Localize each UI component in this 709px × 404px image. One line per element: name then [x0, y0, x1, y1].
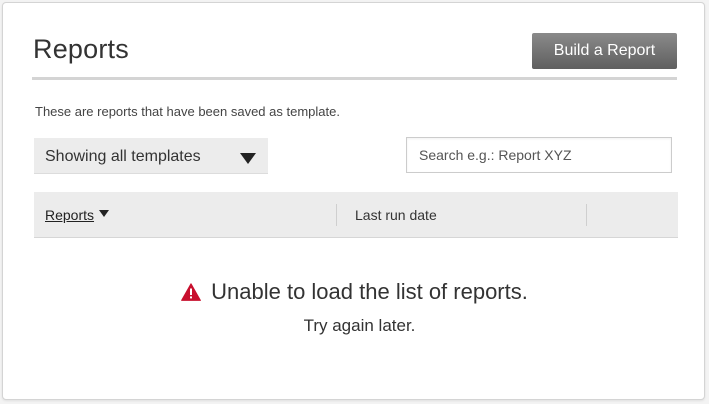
error-hint: Try again later.	[303, 316, 416, 335]
column-header-last-run-date: Last run date	[355, 207, 437, 223]
error-message-row: Unable to load the list of reports.	[3, 279, 706, 305]
chevron-down-icon	[240, 153, 256, 164]
reports-panel: Reports Build a Report These are reports…	[2, 2, 705, 400]
warning-icon	[181, 283, 202, 301]
column-header-reports[interactable]: Reports	[45, 207, 94, 223]
column-divider	[586, 204, 587, 226]
page-title: Reports	[33, 34, 129, 64]
column-divider	[336, 204, 337, 226]
search-input[interactable]	[406, 137, 672, 173]
title-divider	[32, 77, 677, 80]
template-filter-dropdown[interactable]: Showing all templates	[34, 138, 268, 174]
page-description: These are reports that have been saved a…	[35, 104, 340, 119]
error-message: Unable to load the list of reports.	[211, 279, 528, 304]
sort-descending-icon[interactable]	[99, 210, 109, 217]
template-filter-label: Showing all templates	[45, 148, 201, 165]
build-report-button[interactable]: Build a Report	[532, 33, 677, 69]
reports-table-header: Reports Last run date	[34, 192, 678, 238]
